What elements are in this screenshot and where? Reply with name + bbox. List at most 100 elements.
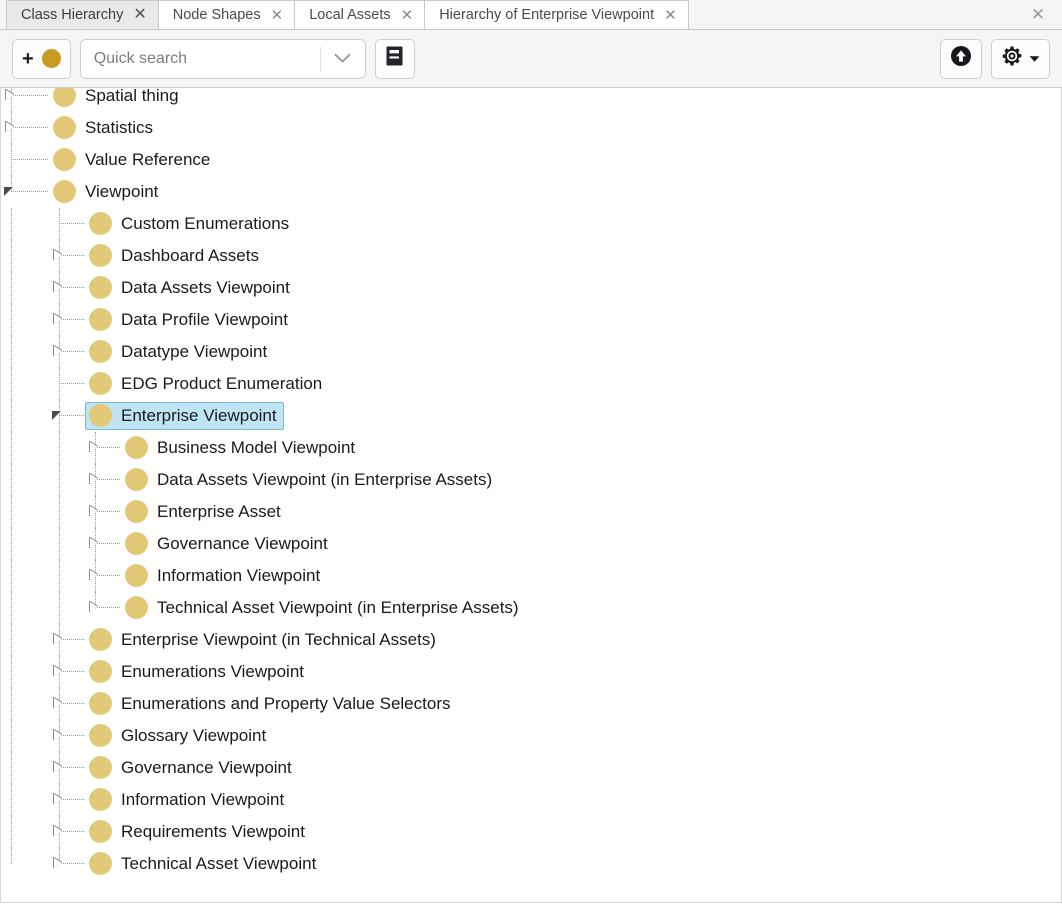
triangle-right-icon[interactable] [90, 474, 98, 484]
tree-expand-toggle[interactable] [49, 656, 85, 688]
triangle-right-icon[interactable] [90, 442, 98, 452]
tree-row[interactable]: Requirements Viewpoint [1, 816, 1061, 848]
triangle-right-icon[interactable] [6, 90, 14, 100]
tree-node[interactable]: Viewpoint [49, 178, 165, 206]
up-arrow-button[interactable] [940, 39, 982, 79]
tree-row[interactable]: Enumerations and Property Value Selector… [1, 688, 1061, 720]
tree-node[interactable]: Statistics [49, 114, 160, 142]
tree-node[interactable]: Enterprise Asset [121, 498, 288, 526]
tree-node[interactable]: Data Assets Viewpoint (in Enterprise Ass… [121, 466, 499, 494]
triangle-right-icon[interactable] [54, 858, 62, 868]
tree-node[interactable]: Enterprise Viewpoint (in Technical Asset… [85, 626, 443, 654]
tree-expand-toggle[interactable] [85, 528, 121, 560]
tree-node[interactable]: Enumerations and Property Value Selector… [85, 690, 457, 718]
tab-close-icon[interactable]: ✕ [401, 8, 414, 23]
tree-expand-toggle[interactable] [85, 560, 121, 592]
tree-node[interactable]: Spatial thing [49, 88, 186, 110]
tree-node[interactable]: EDG Product Enumeration [85, 370, 329, 398]
tab-local-assets[interactable]: Local Assets✕ [294, 0, 425, 29]
tree-node[interactable]: Requirements Viewpoint [85, 818, 312, 846]
tree-row[interactable]: Technical Asset Viewpoint [1, 848, 1061, 880]
tree-row[interactable]: Enterprise Asset [1, 496, 1061, 528]
tree-node[interactable]: Custom Enumerations [85, 210, 296, 238]
tree-node[interactable]: Enumerations Viewpoint [85, 658, 311, 686]
tree-node[interactable]: Glossary Viewpoint [85, 722, 273, 750]
tree-row[interactable]: Enumerations Viewpoint [1, 656, 1061, 688]
tree-expand-toggle[interactable] [49, 240, 85, 272]
tree-row[interactable]: Data Profile Viewpoint [1, 304, 1061, 336]
tree-row[interactable]: Information Viewpoint [1, 784, 1061, 816]
triangle-right-icon[interactable] [90, 506, 98, 516]
tree-expand-toggle[interactable] [1, 112, 49, 144]
search-input[interactable] [81, 50, 320, 68]
tree-expand-toggle[interactable] [85, 496, 121, 528]
settings-button[interactable] [991, 39, 1050, 79]
tree-expand-toggle[interactable] [85, 592, 121, 624]
tab-close-icon[interactable]: ✕ [133, 7, 146, 23]
triangle-down-icon[interactable] [4, 187, 13, 196]
tree-expand-toggle[interactable] [49, 720, 85, 752]
tree-expand-toggle[interactable] [49, 752, 85, 784]
tree-row[interactable]: Spatial thing [1, 88, 1061, 112]
tree-expand-toggle[interactable] [49, 816, 85, 848]
tab-hierarchy-of-enterprise-viewpoint[interactable]: Hierarchy of Enterprise Viewpoint✕ [424, 0, 689, 29]
quick-search-box[interactable] [80, 39, 366, 79]
tree-row[interactable]: Value Reference [1, 144, 1061, 176]
tree-node[interactable]: Information Viewpoint [121, 562, 327, 590]
tree-expand-toggle[interactable] [49, 688, 85, 720]
tree-row[interactable]: Datatype Viewpoint [1, 336, 1061, 368]
add-class-button[interactable]: + [12, 39, 71, 79]
triangle-right-icon[interactable] [54, 826, 62, 836]
triangle-right-icon[interactable] [54, 794, 62, 804]
tree-expand-toggle[interactable] [49, 784, 85, 816]
chevron-down-icon[interactable] [321, 40, 365, 78]
tree-node[interactable]: Governance Viewpoint [121, 530, 335, 558]
tree-expand-toggle[interactable] [49, 848, 85, 880]
triangle-down-icon[interactable] [52, 411, 61, 420]
triangle-right-icon[interactable] [90, 602, 98, 612]
triangle-right-icon[interactable] [90, 538, 98, 548]
tree-row[interactable]: Data Assets Viewpoint (in Enterprise Ass… [1, 464, 1061, 496]
tree-node[interactable]: Datatype Viewpoint [85, 338, 274, 366]
tree-node[interactable]: Dashboard Assets [85, 242, 266, 270]
tree-row[interactable]: Enterprise Viewpoint [1, 400, 1061, 432]
triangle-right-icon[interactable] [54, 634, 62, 644]
tree-collapse-toggle[interactable] [49, 400, 85, 432]
tree-node[interactable]: Business Model Viewpoint [121, 434, 362, 462]
tree-node[interactable]: Technical Asset Viewpoint (in Enterprise… [121, 594, 526, 622]
tree-expand-toggle[interactable] [85, 432, 121, 464]
tree-row[interactable]: Information Viewpoint [1, 560, 1061, 592]
tree-row[interactable]: EDG Product Enumeration [1, 368, 1061, 400]
tree-row[interactable]: Governance Viewpoint [1, 528, 1061, 560]
tab-class-hierarchy[interactable]: Class Hierarchy✕ [6, 0, 159, 29]
triangle-right-icon[interactable] [6, 122, 14, 132]
tree-expand-toggle[interactable] [1, 88, 49, 112]
tree-row[interactable]: Enterprise Viewpoint (in Technical Asset… [1, 624, 1061, 656]
tree-node[interactable]: Information Viewpoint [85, 786, 291, 814]
tree-node[interactable]: Value Reference [49, 146, 217, 174]
tree-expand-toggle[interactable] [49, 272, 85, 304]
tree-node-selected[interactable]: Enterprise Viewpoint [85, 402, 284, 430]
triangle-right-icon[interactable] [54, 282, 62, 292]
triangle-right-icon[interactable] [54, 698, 62, 708]
triangle-right-icon[interactable] [54, 250, 62, 260]
triangle-right-icon[interactable] [54, 666, 62, 676]
tree-expand-toggle[interactable] [49, 624, 85, 656]
tab-node-shapes[interactable]: Node Shapes✕ [158, 0, 295, 29]
tree-row[interactable]: Statistics [1, 112, 1061, 144]
triangle-right-icon[interactable] [54, 346, 62, 356]
tab-close-icon[interactable]: ✕ [664, 8, 677, 23]
tree-node[interactable]: Technical Asset Viewpoint [85, 850, 323, 878]
tree-row[interactable]: Glossary Viewpoint [1, 720, 1061, 752]
tree-node[interactable]: Governance Viewpoint [85, 754, 299, 782]
tree-row[interactable]: Data Assets Viewpoint [1, 272, 1061, 304]
tree-row[interactable]: Technical Asset Viewpoint (in Enterprise… [1, 592, 1061, 624]
class-hierarchy-tree-panel[interactable]: Spatial thing Statistics Value Reference Vi… [0, 88, 1062, 903]
triangle-right-icon[interactable] [90, 570, 98, 580]
tree-row[interactable]: Governance Viewpoint [1, 752, 1061, 784]
tree-node[interactable]: Data Profile Viewpoint [85, 306, 295, 334]
tab-close-icon[interactable]: ✕ [271, 8, 284, 23]
book-button[interactable] [375, 39, 415, 79]
tree-expand-toggle[interactable] [49, 336, 85, 368]
triangle-right-icon[interactable] [54, 314, 62, 324]
